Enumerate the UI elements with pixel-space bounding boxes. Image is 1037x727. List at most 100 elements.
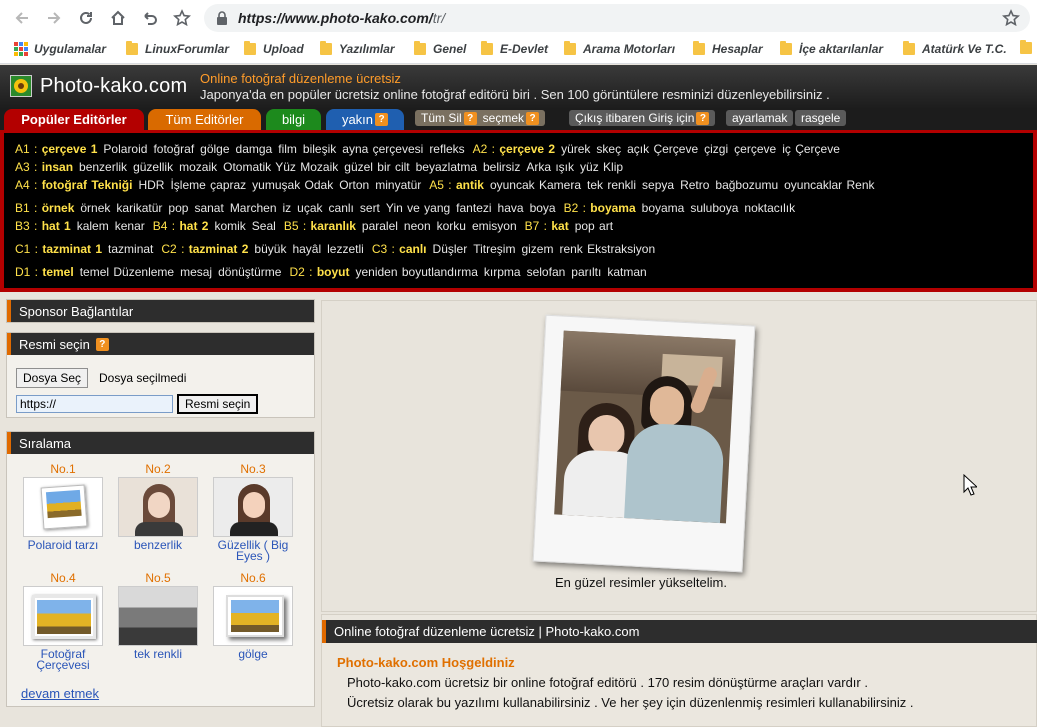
editor-category-link[interactable]: örnek bbox=[42, 201, 75, 215]
portrait-sketch-thumbnail-icon[interactable] bbox=[118, 477, 198, 537]
more-link[interactable]: devam etmek bbox=[21, 686, 99, 701]
bookmark-folder[interactable]: İçe aktarılanlar bbox=[780, 41, 883, 56]
featured-polaroid-photo[interactable] bbox=[532, 314, 756, 573]
select-image-button[interactable]: Resmi seçin bbox=[177, 394, 259, 414]
editor-link[interactable]: selofan bbox=[527, 265, 566, 279]
address-bar[interactable]: https://www.photo-kako.com/tr/ bbox=[204, 4, 1030, 32]
editor-link[interactable]: oyuncak Kamera bbox=[490, 178, 581, 192]
tab-popular-editors[interactable]: Popüler Editörler bbox=[4, 109, 144, 130]
editor-link[interactable]: kırpma bbox=[484, 265, 521, 279]
portrait-bigeyes-thumbnail-icon[interactable] bbox=[213, 477, 293, 537]
home-button[interactable] bbox=[106, 6, 130, 30]
image-url-input[interactable]: https:// bbox=[16, 395, 173, 413]
editor-link[interactable]: Düşler bbox=[433, 242, 468, 256]
editor-link[interactable]: parıltı bbox=[571, 265, 601, 279]
editor-link[interactable]: komik bbox=[214, 219, 245, 233]
editor-link[interactable]: mozaik bbox=[179, 160, 217, 174]
tab-near[interactable]: yakın? bbox=[326, 109, 404, 130]
rank-name[interactable]: benzerlik bbox=[115, 539, 201, 551]
monochrome-thumbnail-icon[interactable] bbox=[118, 586, 198, 646]
editor-category-link[interactable]: kat bbox=[551, 219, 568, 233]
editor-link[interactable]: çerçeve bbox=[734, 142, 776, 156]
editor-link[interactable]: Titreşim bbox=[473, 242, 515, 256]
bookmark-star-button[interactable] bbox=[170, 6, 194, 30]
editor-category-link[interactable]: çerçeve 1 bbox=[42, 142, 98, 156]
editor-link[interactable]: hayâl bbox=[292, 242, 321, 256]
editor-link[interactable]: iz bbox=[283, 201, 292, 215]
site-logo[interactable]: Photo-kako.com bbox=[40, 75, 187, 98]
rank-name[interactable]: gölge bbox=[210, 648, 296, 660]
editor-link[interactable]: mesaj bbox=[180, 265, 212, 279]
editor-link[interactable]: fantezi bbox=[456, 201, 491, 215]
editor-link[interactable]: benzerlik bbox=[79, 160, 127, 174]
tab-all-editors[interactable]: Tüm Editörler bbox=[148, 109, 261, 130]
editor-category-link[interactable]: insan bbox=[42, 160, 73, 174]
editor-link[interactable]: yeniden boyutlandırma bbox=[355, 265, 477, 279]
editor-link[interactable]: çizgi bbox=[704, 142, 728, 156]
editor-link[interactable]: film bbox=[278, 142, 297, 156]
bookmark-folder[interactable]: Yazılımlar bbox=[320, 41, 395, 56]
editor-link[interactable]: Arka ışık bbox=[526, 160, 574, 174]
editor-category-link[interactable]: hat 1 bbox=[42, 219, 71, 233]
help-icon[interactable]: ? bbox=[95, 337, 109, 351]
editor-link[interactable]: güzel bir cilt bbox=[344, 160, 409, 174]
editor-link[interactable]: uçak bbox=[297, 201, 322, 215]
editor-link[interactable]: gizem bbox=[521, 242, 553, 256]
tab-info[interactable]: bilgi bbox=[266, 109, 321, 130]
bookmark-folder[interactable]: Hesaplar bbox=[693, 41, 763, 56]
bookmark-folder[interactable]: Upload bbox=[244, 41, 304, 56]
editor-link[interactable]: sanat bbox=[194, 201, 223, 215]
editor-category-link[interactable]: tazminat 2 bbox=[189, 242, 249, 256]
editor-link[interactable]: tazminat bbox=[108, 242, 153, 256]
editor-link[interactable]: neon bbox=[404, 219, 431, 233]
bookmark-overflow-folder-icon[interactable] bbox=[1020, 40, 1037, 54]
editor-link[interactable]: temel Düzenleme bbox=[80, 265, 174, 279]
reload-button[interactable] bbox=[74, 6, 98, 30]
editor-link[interactable]: fotoğraf bbox=[153, 142, 194, 156]
undo-button[interactable] bbox=[138, 6, 162, 30]
bookmark-star-icon[interactable] bbox=[1002, 9, 1020, 30]
editor-link[interactable]: Marchen bbox=[230, 201, 277, 215]
editor-link[interactable]: HDR bbox=[138, 178, 164, 192]
editor-link[interactable]: yumuşak Odak bbox=[252, 178, 333, 192]
editor-link[interactable]: karikatür bbox=[116, 201, 162, 215]
editor-link[interactable]: Otomatik Yüz Mozaik bbox=[223, 160, 338, 174]
editor-link[interactable]: bileşik bbox=[303, 142, 336, 156]
editor-link[interactable]: sepya bbox=[642, 178, 674, 192]
editor-category-link[interactable]: canlı bbox=[399, 242, 426, 256]
editor-link[interactable]: lezzetli bbox=[327, 242, 364, 256]
editor-link[interactable]: tek renkli bbox=[587, 178, 636, 192]
sunflower-logo-icon[interactable] bbox=[10, 75, 32, 97]
editor-category-link[interactable]: çerçeve 2 bbox=[499, 142, 555, 156]
editor-link[interactable]: emisyon bbox=[472, 219, 517, 233]
rank-name[interactable]: Fotoğraf Çerçevesi bbox=[20, 648, 106, 671]
bookmark-folder[interactable]: E-Devlet bbox=[481, 41, 548, 56]
editor-link[interactable]: noktacılık bbox=[744, 201, 795, 215]
editor-link[interactable]: Retro bbox=[680, 178, 709, 192]
rank-item[interactable]: No.2 benzerlik bbox=[115, 462, 201, 551]
editor-link[interactable]: İşleme çapraz bbox=[170, 178, 246, 192]
settings-button[interactable]: ayarlamak bbox=[726, 110, 794, 126]
bookmark-folder[interactable]: LinuxForumlar bbox=[126, 41, 229, 56]
clear-all-button[interactable]: Tüm Sil? seçmek? bbox=[415, 110, 546, 126]
rank-item[interactable]: No.5 tek renkli bbox=[115, 571, 201, 660]
editor-link[interactable]: refleks bbox=[429, 142, 464, 156]
editor-link[interactable]: suluboya bbox=[690, 201, 738, 215]
polaroid-thumbnail-icon[interactable] bbox=[23, 477, 103, 537]
editor-link[interactable]: pop bbox=[168, 201, 188, 215]
choose-file-button[interactable]: Dosya Seç bbox=[16, 368, 89, 388]
bookmark-apps[interactable]: Uygulamalar bbox=[14, 42, 106, 56]
editor-link[interactable]: Yin ve yang bbox=[386, 201, 450, 215]
help-icon[interactable]: ? bbox=[696, 111, 710, 125]
editor-link[interactable]: yüz Klip bbox=[580, 160, 623, 174]
choose-label[interactable]: seçmek bbox=[483, 111, 524, 125]
editor-link[interactable]: belirsiz bbox=[483, 160, 520, 174]
bookmark-folder[interactable]: Atatürk Ve T.C. bbox=[903, 41, 1007, 56]
editor-link[interactable]: güzellik bbox=[133, 160, 173, 174]
editor-link[interactable]: bağbozumu bbox=[715, 178, 778, 192]
editor-link[interactable]: beyazlatma bbox=[416, 160, 477, 174]
editor-link[interactable]: kenar bbox=[115, 219, 145, 233]
rank-item[interactable]: No.6 gölge bbox=[210, 571, 296, 660]
rank-name[interactable]: Polaroid tarzı bbox=[20, 539, 106, 551]
editor-link[interactable]: Polaroid bbox=[103, 142, 147, 156]
